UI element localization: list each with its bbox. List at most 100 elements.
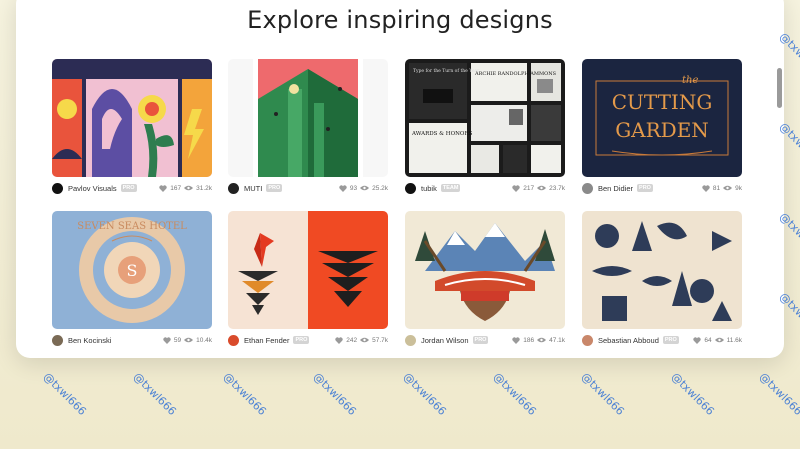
shot-meta: Ben Kocinski 59 10.4k	[52, 333, 212, 347]
pro-badge: PRO	[472, 336, 489, 344]
team-badge: TEAM	[440, 184, 461, 192]
view-count: 31.2k	[196, 184, 212, 192]
shot-meta: Pavlov Visuals PRO 167 31.2k	[52, 181, 212, 195]
view-count: 23.7k	[549, 184, 565, 192]
shot-artwork	[52, 59, 212, 177]
author-name[interactable]: Ben Didier	[598, 184, 633, 193]
like-count: 167	[170, 184, 182, 192]
garden-word-cutting: CUTTING	[612, 90, 713, 114]
shot-stats: 217 23.7k	[512, 185, 565, 192]
shot-card[interactable]: Type for the Turn of the Year ARCHIE RAN…	[405, 59, 565, 194]
eye-icon	[537, 337, 547, 343]
author-name[interactable]: Pavlov Visuals	[68, 184, 117, 193]
watermark: @txwl666	[668, 370, 717, 418]
shot-artwork	[228, 211, 388, 329]
like-count: 217	[523, 184, 535, 192]
shot-thumbnail[interactable]	[228, 59, 388, 177]
avatar[interactable]	[52, 182, 63, 194]
scrollbar-thumb[interactable]	[777, 68, 782, 108]
avatar[interactable]	[228, 334, 239, 346]
avatar[interactable]	[52, 334, 63, 346]
like-count: 81	[712, 184, 721, 192]
heart-icon[interactable]	[159, 184, 167, 192]
shot-meta: tubik TEAM 217 23.7k	[405, 181, 565, 195]
watermark: @txwl666	[310, 370, 359, 418]
avatar[interactable]	[405, 334, 416, 346]
shot-card[interactable]: Pavlov Visuals PRO 167 31.2k	[52, 59, 212, 194]
watermark: @txwl666	[220, 370, 269, 418]
shot-thumbnail[interactable]: the CUTTING GARDEN	[582, 59, 742, 177]
hotel-ring: SEVEN SEAS HOTEL	[77, 221, 187, 232]
shot-stats: 93 25.2k	[339, 185, 388, 192]
avatar[interactable]	[582, 334, 593, 346]
shot-card[interactable]: Sebastian Abboud PRO 64 11.6k	[582, 211, 742, 346]
shot-card[interactable]: MUTI PRO 93 25.2k	[228, 59, 388, 194]
shot-card[interactable]: Jordan Wilson PRO 186 47.1k	[405, 211, 565, 346]
watermark: @txwl666	[40, 370, 89, 418]
author-name[interactable]: Ben Kocinski	[68, 336, 111, 345]
eye-icon	[714, 337, 724, 343]
shot-card[interactable]: the CUTTING GARDEN Ben Didier PRO 81 9k	[582, 59, 742, 194]
tubik-awards: AWARDS & HONORS	[411, 131, 473, 137]
tubik-heading: Type for the Turn of the Year	[413, 68, 480, 74]
shot-artwork	[582, 211, 742, 329]
avatar[interactable]	[582, 182, 593, 194]
shot-thumbnail[interactable]: Type for the Turn of the Year ARCHIE RAN…	[405, 59, 565, 177]
shot-stats: 167 31.2k	[159, 185, 212, 192]
shot-stats: 186 47.1k	[512, 337, 565, 344]
shot-meta: Sebastian Abboud PRO 64 11.6k	[582, 333, 742, 347]
like-count: 242	[346, 336, 358, 344]
eye-icon	[360, 337, 370, 343]
shot-meta: Ben Didier PRO 81 9k	[582, 181, 742, 195]
shot-stats: 59 10.4k	[163, 337, 212, 344]
view-count: 10.4k	[196, 336, 212, 344]
tubik-name: ARCHIE RANDOLPH AMMONS	[474, 71, 557, 77]
shot-artwork: S SEVEN SEAS HOTEL	[52, 211, 212, 329]
heart-icon[interactable]	[512, 336, 520, 344]
explore-modal: Explore inspiring designs Pavlov Visuals…	[16, 0, 784, 358]
shot-meta: MUTI PRO 93 25.2k	[228, 181, 388, 195]
like-count: 93	[349, 184, 358, 192]
shot-artwork: Type for the Turn of the Year ARCHIE RAN…	[405, 59, 565, 177]
author-name[interactable]: Jordan Wilson	[421, 336, 469, 345]
eye-icon	[360, 185, 370, 191]
shot-thumbnail[interactable]	[582, 211, 742, 329]
watermark: @txwl666	[130, 370, 179, 418]
eye-icon	[184, 337, 194, 343]
view-count: 11.6k	[726, 336, 742, 344]
shot-artwork	[405, 211, 565, 329]
shot-artwork	[228, 59, 388, 177]
eye-icon	[723, 185, 733, 191]
view-count: 47.1k	[549, 336, 565, 344]
like-count: 64	[704, 336, 712, 344]
author-name[interactable]: Sebastian Abboud	[598, 336, 659, 345]
shot-thumbnail[interactable]: S SEVEN SEAS HOTEL	[52, 211, 212, 329]
heart-icon[interactable]	[702, 184, 710, 192]
avatar[interactable]	[405, 182, 416, 194]
shot-card[interactable]: S SEVEN SEAS HOTEL Ben Kocinski 59 10.4k	[52, 211, 212, 346]
author-name[interactable]: Ethan Fender	[244, 336, 289, 345]
author-name[interactable]: tubik	[421, 184, 437, 193]
eye-icon	[184, 185, 194, 191]
heart-icon[interactable]	[512, 184, 520, 192]
pro-badge: PRO	[662, 336, 679, 344]
shot-stats: 242 57.7k	[335, 337, 388, 344]
author-name[interactable]: MUTI	[244, 184, 262, 193]
shot-stats: 64 11.6k	[693, 337, 742, 344]
heart-icon[interactable]	[693, 336, 701, 344]
shot-thumbnail[interactable]	[52, 59, 212, 177]
watermark: @txwl666	[756, 370, 800, 418]
watermark: @txwl666	[578, 370, 627, 418]
heart-icon[interactable]	[335, 336, 343, 344]
pro-badge: PRO	[120, 184, 137, 192]
shot-thumbnail[interactable]	[228, 211, 388, 329]
garden-word-the: the	[682, 75, 698, 86]
heart-icon[interactable]	[163, 336, 171, 344]
heart-icon[interactable]	[339, 184, 347, 192]
shot-thumbnail[interactable]	[405, 211, 565, 329]
watermark: @txwl666	[400, 370, 449, 418]
shot-card[interactable]: Ethan Fender PRO 242 57.7k	[228, 211, 388, 346]
like-count: 59	[173, 336, 182, 344]
pro-badge: PRO	[637, 184, 653, 192]
avatar[interactable]	[228, 182, 239, 194]
